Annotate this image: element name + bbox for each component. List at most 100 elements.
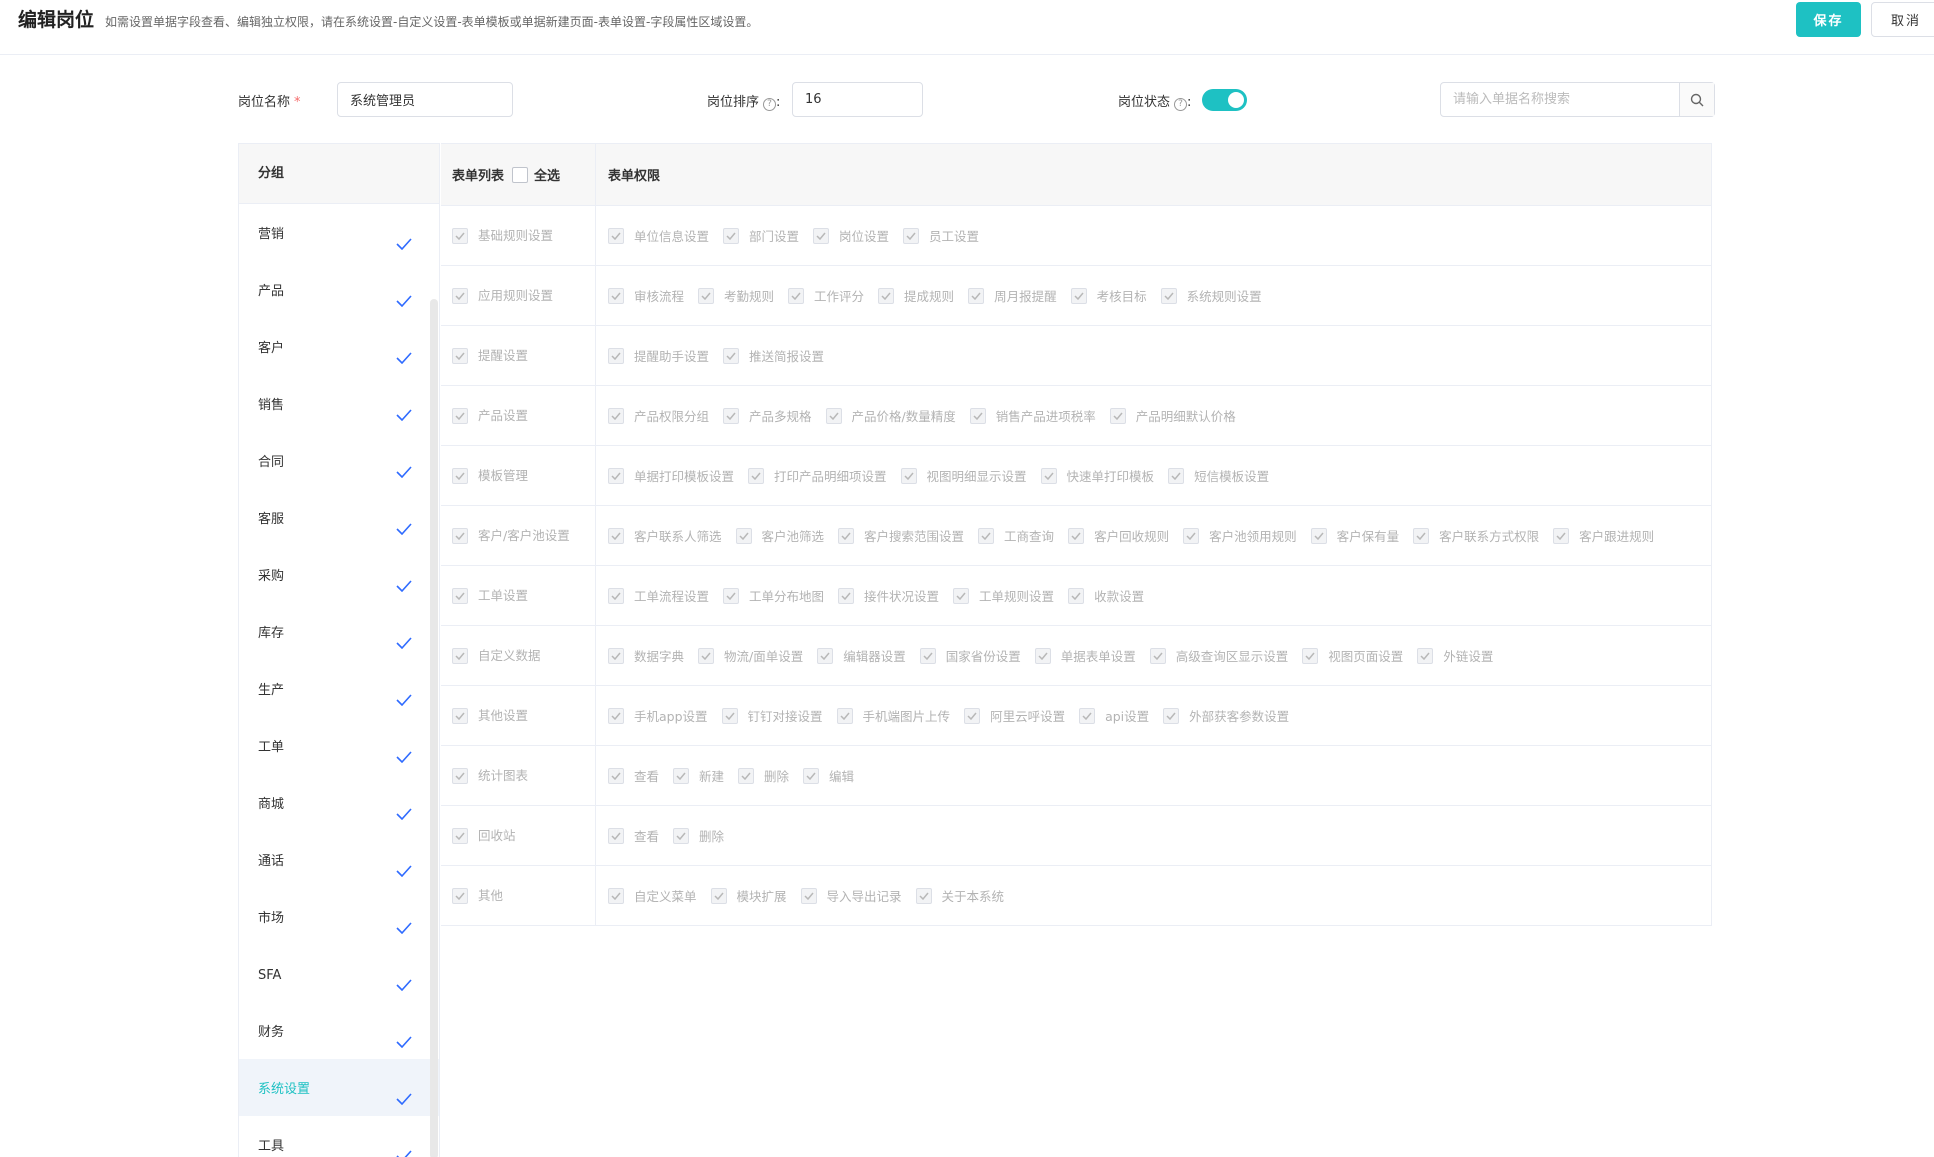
- permission-checkbox[interactable]: api设置: [1079, 706, 1149, 725]
- permission-checkbox[interactable]: 客户联系方式权限: [1413, 526, 1539, 545]
- checkbox-box[interactable]: [1070, 287, 1087, 304]
- permission-checkbox[interactable]: 产品明细默认价格: [1109, 406, 1236, 425]
- position-sort-input[interactable]: [792, 82, 923, 117]
- permission-checkbox[interactable]: 客户保有量: [1310, 526, 1399, 545]
- checkbox-box[interactable]: [452, 767, 468, 784]
- permission-checkbox[interactable]: 新建: [673, 766, 724, 785]
- checkbox-box[interactable]: [710, 887, 727, 904]
- sidebar-item[interactable]: 产品: [239, 261, 439, 318]
- checkbox-box[interactable]: [817, 647, 834, 664]
- form-checkbox[interactable]: 客户/客户池设置: [452, 526, 573, 545]
- checkbox-box[interactable]: [1034, 647, 1051, 664]
- checkbox-box[interactable]: [608, 467, 624, 484]
- permission-checkbox[interactable]: 删除: [738, 766, 789, 785]
- sidebar-item[interactable]: 销售: [239, 375, 439, 432]
- sidebar-item[interactable]: 生产: [239, 660, 439, 717]
- checkbox-box[interactable]: [825, 407, 842, 424]
- form-checkbox[interactable]: 产品设置: [452, 406, 573, 425]
- permission-checkbox[interactable]: 视图页面设置: [1302, 646, 1403, 665]
- checkbox-box[interactable]: [452, 827, 468, 844]
- checkbox-box[interactable]: [452, 227, 468, 244]
- permission-checkbox[interactable]: 国家省份设置: [919, 646, 1021, 665]
- checkbox-box[interactable]: [1168, 467, 1185, 484]
- permission-checkbox[interactable]: 快速单打印模板: [1040, 466, 1154, 485]
- checkbox-box[interactable]: [452, 407, 468, 424]
- permission-checkbox[interactable]: 客户回收规则: [1068, 526, 1169, 545]
- permission-checkbox[interactable]: 手机端图片上传: [836, 706, 950, 725]
- checkbox-box[interactable]: [698, 287, 715, 304]
- permission-checkbox[interactable]: 周月报提醒: [968, 286, 1057, 305]
- cancel-button[interactable]: 取消: [1871, 2, 1934, 37]
- permission-checkbox[interactable]: 单据表单设置: [1034, 646, 1136, 665]
- checkbox-box[interactable]: [723, 587, 740, 604]
- permission-checkbox[interactable]: 客户搜索范围设置: [838, 526, 964, 545]
- sidebar-item[interactable]: 营销: [239, 204, 439, 261]
- permission-checkbox[interactable]: 客户池筛选: [735, 526, 824, 545]
- permission-checkbox[interactable]: 员工设置: [903, 226, 979, 245]
- checkbox-box[interactable]: [608, 407, 624, 424]
- checkbox-box[interactable]: [608, 707, 624, 724]
- form-checkbox[interactable]: 基础规则设置: [452, 226, 573, 245]
- permission-checkbox[interactable]: 单位信息设置: [608, 226, 709, 245]
- permission-checkbox[interactable]: 接件状况设置: [838, 586, 939, 605]
- permission-checkbox[interactable]: 客户池领用规则: [1183, 526, 1297, 545]
- checkbox-box[interactable]: [1040, 467, 1057, 484]
- checkbox-box[interactable]: [1149, 647, 1166, 664]
- permission-checkbox[interactable]: 推送简报设置: [723, 346, 824, 365]
- permission-checkbox[interactable]: 客户跟进规则: [1553, 526, 1654, 545]
- permission-checkbox[interactable]: 考勤规则: [698, 286, 774, 305]
- checkbox-box[interactable]: [673, 767, 690, 784]
- checkbox-box[interactable]: [1068, 587, 1085, 604]
- checkbox-box[interactable]: [608, 647, 624, 664]
- checkbox-box[interactable]: [452, 587, 468, 604]
- checkbox-box[interactable]: [1079, 707, 1096, 724]
- sidebar-item[interactable]: 市场: [239, 888, 439, 945]
- permission-checkbox[interactable]: 查看: [608, 766, 659, 785]
- form-checkbox[interactable]: 提醒设置: [452, 346, 573, 365]
- checkbox-box[interactable]: [978, 527, 995, 544]
- permission-checkbox[interactable]: 客户联系人筛选: [608, 526, 722, 545]
- checkbox-box[interactable]: [1302, 647, 1319, 664]
- permission-checkbox[interactable]: 查看: [608, 826, 659, 845]
- checkbox-box[interactable]: [1109, 407, 1126, 424]
- permission-checkbox[interactable]: 工单流程设置: [608, 586, 709, 605]
- permission-checkbox[interactable]: 工单规则设置: [953, 586, 1054, 605]
- permission-checkbox[interactable]: 关于本系统: [915, 886, 1004, 905]
- permission-checkbox[interactable]: 提成规则: [878, 286, 954, 305]
- permission-checkbox[interactable]: 岗位设置: [813, 226, 889, 245]
- permission-checkbox[interactable]: 审核流程: [608, 286, 684, 305]
- form-checkbox[interactable]: 应用规则设置: [452, 286, 573, 305]
- permission-checkbox[interactable]: 模块扩展: [710, 886, 787, 905]
- checkbox-box[interactable]: [723, 407, 740, 424]
- checkbox-box[interactable]: [698, 647, 715, 664]
- permission-checkbox[interactable]: 删除: [673, 826, 724, 845]
- checkbox-box[interactable]: [748, 467, 765, 484]
- search-input[interactable]: [1441, 83, 1675, 116]
- checkbox-box[interactable]: [1417, 647, 1434, 664]
- sidebar-item[interactable]: 通话: [239, 831, 439, 888]
- checkbox-box[interactable]: [673, 827, 690, 844]
- permission-checkbox[interactable]: 手机app设置: [608, 706, 708, 725]
- sidebar-item[interactable]: 采购: [239, 546, 439, 603]
- checkbox-box[interactable]: [452, 527, 468, 544]
- sidebar-item[interactable]: 客户: [239, 318, 439, 375]
- permission-checkbox[interactable]: 导入导出记录: [800, 886, 902, 905]
- checkbox-box[interactable]: [813, 227, 830, 244]
- checkbox-box[interactable]: [803, 767, 820, 784]
- checkbox-box[interactable]: [788, 287, 805, 304]
- sidebar-scrollbar[interactable]: [430, 299, 438, 1157]
- checkbox-box[interactable]: [608, 527, 624, 544]
- sidebar-item[interactable]: 工单: [239, 717, 439, 774]
- checkbox-box[interactable]: [919, 647, 936, 664]
- checkbox-box[interactable]: [721, 707, 738, 724]
- permission-checkbox[interactable]: 高级查询区显示设置: [1149, 646, 1288, 665]
- permission-checkbox[interactable]: 考核目标: [1070, 286, 1147, 305]
- checkbox-box[interactable]: [723, 347, 740, 364]
- checkbox-box[interactable]: [723, 227, 740, 244]
- checkbox-box[interactable]: [964, 707, 981, 724]
- permission-checkbox[interactable]: 视图明细显示设置: [900, 466, 1027, 485]
- checkbox-box[interactable]: [1310, 527, 1327, 544]
- sidebar-item[interactable]: 商城: [239, 774, 439, 831]
- permission-checkbox[interactable]: 收款设置: [1068, 586, 1144, 605]
- permission-checkbox[interactable]: 工商查询: [978, 526, 1054, 545]
